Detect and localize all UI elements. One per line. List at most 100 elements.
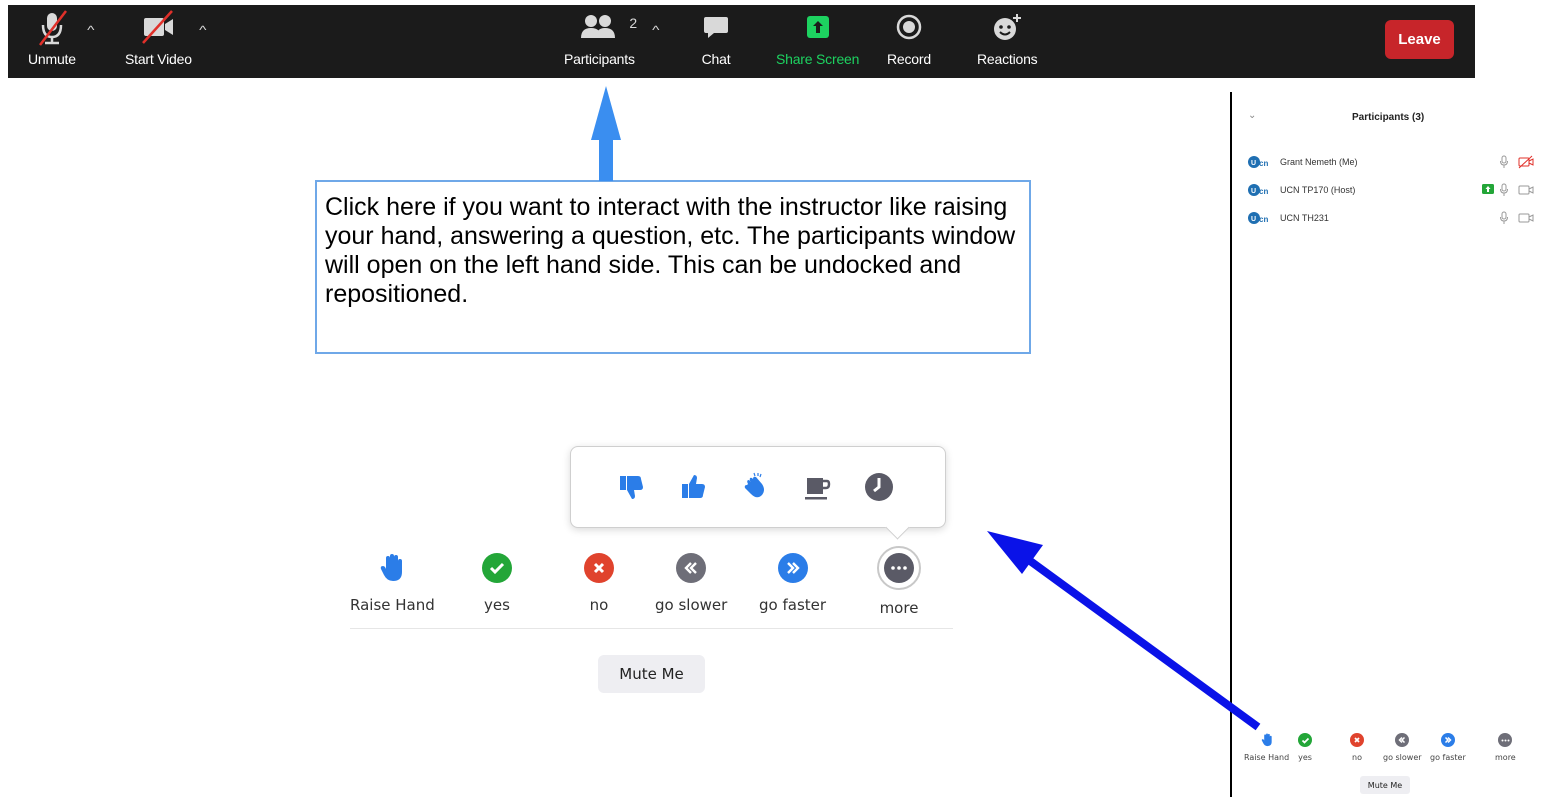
- check-icon: [1298, 733, 1312, 747]
- reactions-label: Reactions: [977, 51, 1038, 67]
- panel-more-button[interactable]: more: [1495, 733, 1516, 762]
- go-faster-button[interactable]: go faster: [759, 550, 826, 614]
- more-icon: [1498, 733, 1513, 747]
- collapse-icon[interactable]: ⌄: [1248, 110, 1256, 121]
- ucn-logo-icon: U cn: [1248, 212, 1268, 224]
- yes-label: yes: [484, 596, 510, 614]
- raise-hand-icon: [381, 554, 403, 581]
- reactions-icon: [994, 14, 1022, 40]
- clock-button[interactable]: [859, 467, 899, 507]
- thumbs-down-icon: [620, 476, 643, 499]
- participant-row[interactable]: U cn UCN TH231: [1242, 208, 1542, 230]
- diagonal-arrow: [987, 531, 1261, 731]
- chat-icon: [704, 17, 728, 38]
- up-arrow: [591, 86, 621, 181]
- start-video-button[interactable]: Start Video: [125, 5, 192, 78]
- rewind-icon: [684, 562, 697, 574]
- unmute-label: Unmute: [28, 51, 76, 67]
- record-icon: [896, 14, 922, 40]
- panel-no-button[interactable]: no: [1350, 733, 1364, 762]
- panel-more-label: more: [1495, 753, 1516, 762]
- rewind-icon: [1395, 733, 1410, 747]
- participants-options-caret[interactable]: ^: [652, 23, 659, 37]
- mic-muted-icon: [38, 10, 67, 46]
- yes-button[interactable]: yes: [482, 550, 512, 614]
- svg-text:U: U: [1251, 160, 1256, 167]
- participant-name: UCN TH231: [1280, 213, 1329, 223]
- svg-text:cn: cn: [1259, 187, 1268, 196]
- panel-feedback-bar: Raise Hand yes no go slower go faster mo…: [1238, 733, 1538, 767]
- raise-hand-button[interactable]: Raise Hand: [350, 550, 435, 614]
- ucn-logo-icon: U cn: [1248, 184, 1268, 196]
- panel-yes-button[interactable]: yes: [1298, 733, 1312, 762]
- video-icon[interactable]: [1518, 211, 1534, 225]
- video-off-icon[interactable]: [1518, 155, 1534, 169]
- go-faster-label: go faster: [759, 596, 827, 614]
- svg-text:U: U: [1251, 216, 1256, 223]
- x-icon: [1350, 733, 1364, 747]
- record-button[interactable]: Record: [887, 5, 931, 78]
- clap-button[interactable]: [735, 467, 775, 507]
- start-video-label: Start Video: [125, 51, 192, 67]
- meeting-toolbar: Unmute ^ Start Video ^ 2 Participants ^: [8, 5, 1475, 78]
- no-label: no: [589, 596, 609, 614]
- thumbs-up-button[interactable]: [673, 467, 713, 507]
- clock-icon: [865, 473, 893, 501]
- coffee-icon: [805, 478, 831, 500]
- panel-go-slower-button[interactable]: go slower: [1383, 733, 1422, 762]
- mic-icon[interactable]: [1499, 211, 1509, 225]
- panel-mute-me-button[interactable]: Mute Me: [1360, 776, 1410, 794]
- video-icon[interactable]: [1518, 183, 1534, 197]
- raise-hand-label: Raise Hand: [350, 596, 435, 614]
- raise-hand-icon: [1261, 733, 1272, 747]
- more-button[interactable]: more: [877, 546, 921, 617]
- fast-forward-icon: [786, 562, 800, 574]
- panel-go-slower-label: go slower: [1383, 753, 1422, 762]
- ucn-logo-icon: U cn: [1248, 156, 1268, 168]
- participants-panel: ⌄ Participants (3) U cn Grant Nemeth (Me…: [1230, 92, 1552, 797]
- video-options-caret[interactable]: ^: [199, 23, 206, 37]
- share-screen-button[interactable]: Share Screen: [776, 5, 859, 78]
- check-icon: [489, 562, 505, 575]
- reactions-popup: [570, 446, 946, 540]
- participants-label: Participants: [564, 51, 635, 67]
- fast-forward-icon: [1440, 733, 1455, 747]
- more-label: more: [879, 599, 919, 617]
- panel-raise-hand-label: Raise Hand: [1244, 753, 1290, 762]
- screen-share-icon: [1482, 184, 1494, 194]
- clap-icon: [744, 472, 764, 498]
- svg-text:cn: cn: [1259, 159, 1268, 168]
- record-label: Record: [887, 51, 931, 67]
- panel-title: Participants (3): [1352, 112, 1425, 123]
- participant-name: UCN TP170 (Host): [1280, 185, 1356, 195]
- panel-go-faster-button[interactable]: go faster: [1430, 733, 1466, 762]
- unmute-button[interactable]: Unmute: [28, 5, 76, 78]
- go-slower-label: go slower: [655, 596, 728, 614]
- leave-button[interactable]: Leave: [1385, 20, 1454, 59]
- participant-name: Grant Nemeth (Me): [1280, 157, 1358, 167]
- coffee-button[interactable]: [797, 467, 837, 507]
- svg-text:cn: cn: [1259, 215, 1268, 224]
- go-slower-button[interactable]: go slower: [655, 550, 727, 614]
- mute-me-button[interactable]: Mute Me: [598, 655, 705, 693]
- no-button[interactable]: no: [584, 550, 614, 614]
- panel-raise-hand-button[interactable]: Raise Hand: [1244, 733, 1289, 762]
- panel-yes-label: yes: [1298, 753, 1312, 762]
- panel-header: ⌄ Participants (3): [1232, 92, 1552, 142]
- participant-row[interactable]: U cn Grant Nemeth (Me): [1242, 152, 1542, 174]
- participant-count: 2: [629, 15, 638, 31]
- panel-no-label: no: [1352, 753, 1362, 762]
- chat-label: Chat: [701, 51, 731, 67]
- share-screen-icon: [806, 16, 829, 38]
- participants-button[interactable]: 2 Participants: [564, 5, 638, 78]
- chat-button[interactable]: Chat: [701, 5, 731, 78]
- participant-row[interactable]: U cn UCN TP170 (Host): [1242, 180, 1542, 202]
- nonverbal-feedback-bar: Raise Hand yes no go slower go faster mo…: [350, 546, 953, 629]
- mic-icon[interactable]: [1499, 183, 1509, 197]
- panel-go-faster-label: go faster: [1430, 753, 1466, 762]
- thumbs-down-button[interactable]: [611, 467, 651, 507]
- audio-options-caret[interactable]: ^: [87, 23, 94, 37]
- svg-text:U: U: [1251, 188, 1256, 195]
- reactions-button[interactable]: Reactions: [977, 5, 1038, 78]
- mic-icon[interactable]: [1499, 155, 1509, 169]
